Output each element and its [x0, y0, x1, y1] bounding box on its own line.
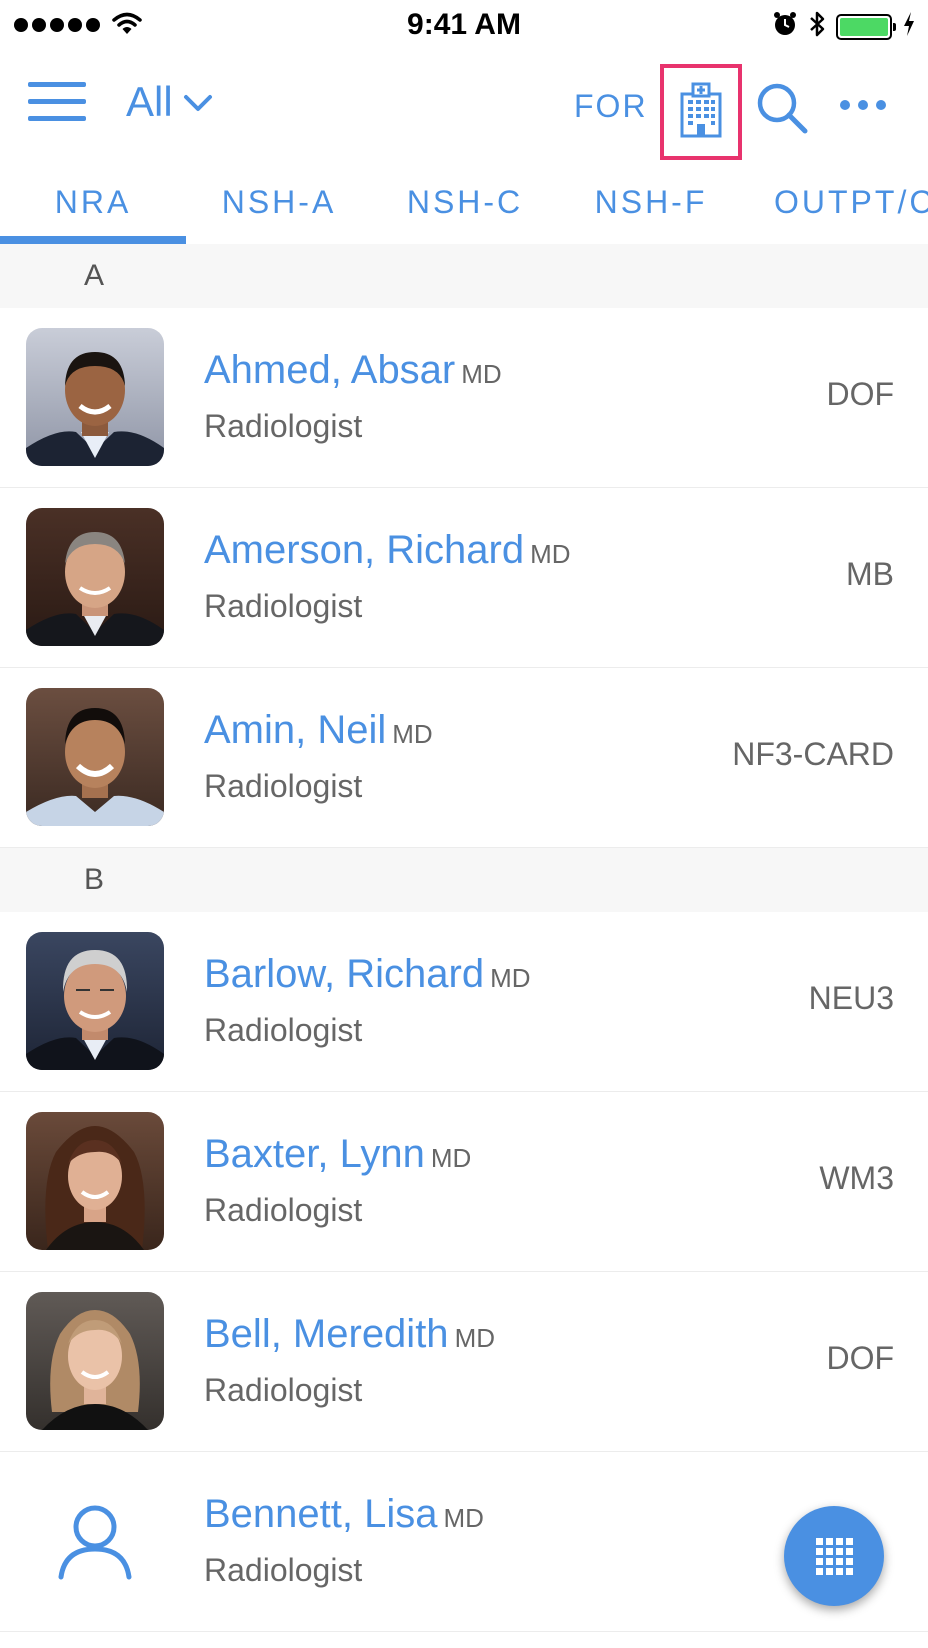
directory-list: A Ahmed, Absar MD Radiologist DOF Amerso…	[0, 244, 928, 1632]
person-credential: MD	[392, 719, 433, 749]
hamburger-menu-icon[interactable]	[28, 82, 86, 124]
list-item[interactable]: Baxter, Lynn MD Radiologist WM3	[0, 1092, 928, 1272]
person-name: Barlow, Richard	[204, 952, 485, 996]
person-title: Radiologist	[204, 768, 363, 804]
person-credential: MD	[530, 539, 571, 569]
charging-icon	[902, 11, 916, 42]
section-header: A	[0, 244, 928, 308]
chevron-down-icon	[183, 93, 213, 118]
battery-icon	[836, 13, 896, 40]
avatar	[26, 688, 164, 826]
search-icon[interactable]	[754, 80, 810, 141]
more-options-icon[interactable]	[840, 100, 886, 110]
person-location: DOF	[826, 1340, 894, 1376]
hospital-building-icon	[679, 82, 723, 143]
person-name: Bennett, Lisa	[204, 1492, 438, 1536]
list-item[interactable]: Bell, Meredith MD Radiologist DOF	[0, 1272, 928, 1452]
person-title: Radiologist	[204, 588, 363, 624]
person-credential: MD	[490, 963, 531, 993]
person-name: Bell, Meredith	[204, 1312, 449, 1356]
person-title: Radiologist	[204, 1192, 363, 1228]
avatar-placeholder	[26, 1472, 164, 1610]
alarm-icon	[772, 11, 798, 42]
person-location: WM3	[819, 1160, 894, 1196]
person-name: Ahmed, Absar	[204, 348, 456, 392]
status-bar: 9:41 AM	[0, 0, 928, 52]
list-item[interactable]: Ahmed, Absar MD Radiologist DOF	[0, 308, 928, 488]
avatar	[26, 1292, 164, 1430]
list-item[interactable]: Amin, Neil MD Radiologist NF3-CARD	[0, 668, 928, 848]
person-title: Radiologist	[204, 1372, 363, 1408]
person-name: Amin, Neil	[204, 708, 387, 752]
tab-nsh-f[interactable]: NSH-F	[558, 160, 744, 244]
section-header: B	[0, 848, 928, 912]
department-tabs: NRA NSH-A NSH-C NSH-F OUTPT/C	[0, 160, 928, 244]
person-credential: MD	[430, 1143, 472, 1173]
filter-dropdown[interactable]: All	[126, 78, 213, 126]
avatar	[26, 328, 164, 466]
person-title: Radiologist	[204, 1552, 363, 1588]
tab-outpt[interactable]: OUTPT/C	[744, 160, 928, 244]
tab-nsh-c[interactable]: NSH-C	[372, 160, 558, 244]
bluetooth-icon	[808, 10, 826, 43]
person-location: DOF	[826, 376, 894, 412]
avatar	[26, 508, 164, 646]
person-credential: MD	[461, 359, 502, 389]
tab-nsh-a[interactable]: NSH-A	[186, 160, 372, 244]
person-location: MB	[846, 556, 894, 592]
person-title: Radiologist	[204, 408, 363, 444]
tab-nra[interactable]: NRA	[0, 160, 186, 244]
person-location: NF3-CARD	[732, 736, 894, 772]
list-item[interactable]: Amerson, Richard MD Radiologist MB	[0, 488, 928, 668]
filter-label: All	[126, 78, 173, 125]
avatar	[26, 932, 164, 1070]
person-credential: MD	[443, 1503, 484, 1533]
facility-button[interactable]	[660, 64, 742, 160]
dialpad-fab-button[interactable]	[784, 1506, 884, 1606]
for-label[interactable]: FOR	[574, 88, 648, 125]
person-title: Radiologist	[204, 1012, 363, 1048]
grid-icon	[815, 1537, 853, 1575]
person-location: NEU3	[808, 980, 894, 1016]
person-name: Baxter, Lynn	[204, 1132, 425, 1176]
person-name: Amerson, Richard	[204, 528, 525, 572]
list-item[interactable]: Barlow, Richard MD Radiologist NEU3	[0, 912, 928, 1092]
person-credential: MD	[454, 1323, 495, 1353]
person-icon	[55, 1501, 135, 1581]
nav-bar: All FOR	[0, 52, 928, 160]
avatar	[26, 1112, 164, 1250]
